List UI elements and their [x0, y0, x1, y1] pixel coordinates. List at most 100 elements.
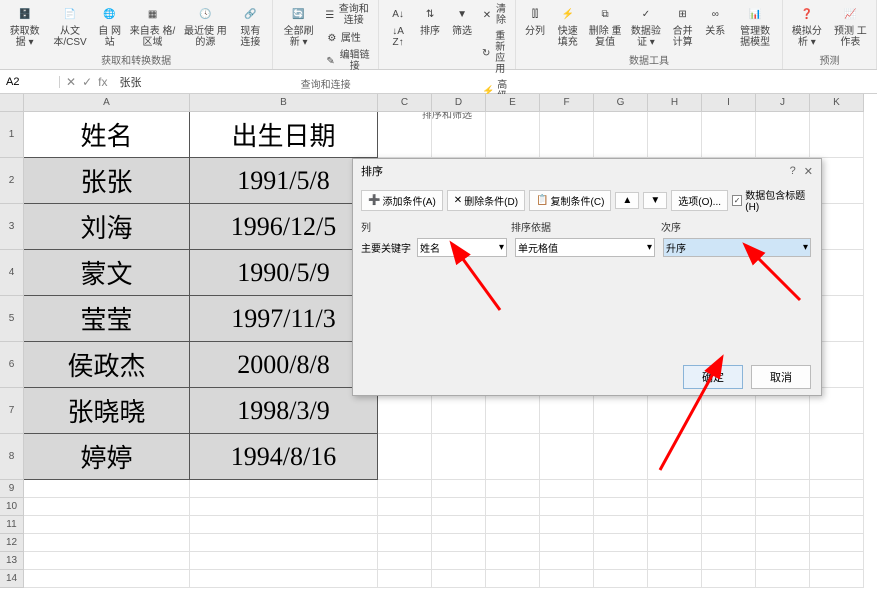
cell[interactable]: 张晓晓 [24, 388, 190, 434]
row-header[interactable]: 1 [0, 112, 24, 158]
col-header[interactable]: G [594, 94, 648, 112]
cell[interactable] [24, 516, 190, 534]
cell[interactable] [378, 552, 432, 570]
cell[interactable] [486, 498, 540, 516]
cell[interactable] [190, 480, 378, 498]
cell[interactable] [432, 434, 486, 480]
cancel-button[interactable]: 取消 [751, 365, 811, 389]
cell[interactable] [378, 480, 432, 498]
cell[interactable] [756, 434, 810, 480]
col-header[interactable]: E [486, 94, 540, 112]
cell[interactable]: 蒙文 [24, 250, 190, 296]
cell[interactable] [486, 480, 540, 498]
cell[interactable] [378, 434, 432, 480]
cell[interactable] [486, 434, 540, 480]
col-header[interactable]: C [378, 94, 432, 112]
row-header[interactable]: 4 [0, 250, 24, 296]
row-header[interactable]: 3 [0, 204, 24, 250]
relationships-button[interactable]: ∞关系 [700, 2, 730, 50]
from-web-button[interactable]: 🌐自 网站 [95, 2, 125, 50]
cell[interactable] [702, 480, 756, 498]
cell[interactable] [810, 434, 864, 480]
cell[interactable] [702, 570, 756, 588]
cell[interactable]: 1994/8/16 [190, 434, 378, 480]
from-table-button[interactable]: ▦来自表 格/区域 [127, 2, 179, 50]
name-box[interactable]: A2 [0, 76, 60, 88]
cell[interactable] [810, 112, 864, 158]
row-header[interactable]: 11 [0, 516, 24, 534]
flash-fill-button[interactable]: ⚡快速填充 [552, 2, 583, 50]
cell[interactable] [432, 534, 486, 552]
cell[interactable] [486, 552, 540, 570]
cell[interactable] [648, 434, 702, 480]
options-button[interactable]: 选项(O)... [671, 190, 728, 211]
fx-icon[interactable]: fx [98, 75, 107, 89]
cell[interactable] [432, 112, 486, 158]
cell[interactable] [810, 570, 864, 588]
help-icon[interactable]: ? [790, 165, 796, 178]
row-header[interactable]: 14 [0, 570, 24, 588]
cell[interactable] [702, 552, 756, 570]
select-all-corner[interactable] [0, 94, 24, 112]
cell[interactable] [810, 498, 864, 516]
cell[interactable] [810, 534, 864, 552]
cell[interactable]: 1991/5/8 [190, 158, 378, 204]
cell[interactable] [540, 534, 594, 552]
refresh-all-button[interactable]: 🔄全部刷 新 ▾ [277, 2, 320, 74]
cell[interactable] [702, 112, 756, 158]
cell[interactable] [378, 112, 432, 158]
get-data-button[interactable]: 🗄️获取数 据 ▾ [4, 2, 45, 50]
cell[interactable] [648, 552, 702, 570]
delete-level-button[interactable]: ✕删除条件(D) [447, 190, 525, 211]
cell[interactable] [190, 498, 378, 516]
cell[interactable] [190, 516, 378, 534]
sort-on-select[interactable]: 单元格值▾ [515, 238, 655, 257]
cell[interactable]: 1998/3/9 [190, 388, 378, 434]
cell[interactable] [540, 112, 594, 158]
cell[interactable] [648, 534, 702, 552]
cell[interactable]: 婷婷 [24, 434, 190, 480]
text-to-columns-button[interactable]: ⫿⫿分列 [520, 2, 550, 50]
col-header[interactable]: B [190, 94, 378, 112]
cell[interactable] [432, 516, 486, 534]
forecast-sheet-button[interactable]: 📈预测 工作表 [829, 2, 872, 50]
cell[interactable] [190, 534, 378, 552]
cell[interactable] [594, 112, 648, 158]
cell[interactable] [24, 552, 190, 570]
cell[interactable]: 1990/5/9 [190, 250, 378, 296]
from-csv-button[interactable]: 📄从文 本/CSV [47, 2, 92, 50]
cell[interactable] [702, 434, 756, 480]
order-select[interactable]: 升序▾ [663, 238, 811, 257]
row-header[interactable]: 8 [0, 434, 24, 480]
reapply-button[interactable]: ↻重新应用 [479, 29, 511, 77]
confirm-icon[interactable]: ✓ [82, 75, 92, 89]
cell[interactable] [702, 498, 756, 516]
cell[interactable] [190, 552, 378, 570]
row-header[interactable]: 2 [0, 158, 24, 204]
cell[interactable]: 侯政杰 [24, 342, 190, 388]
copy-level-button[interactable]: 📋复制条件(C) [529, 190, 611, 211]
consolidate-button[interactable]: ⊞合并计算 [667, 2, 698, 50]
cell[interactable]: 张张 [24, 158, 190, 204]
cell[interactable] [540, 434, 594, 480]
cell[interactable] [486, 534, 540, 552]
cell[interactable]: 出生日期 [190, 112, 378, 158]
move-down-button[interactable]: ▼ [643, 192, 667, 209]
close-icon[interactable]: ✕ [804, 165, 813, 178]
move-up-button[interactable]: ▲ [615, 192, 639, 209]
remove-duplicates-button[interactable]: ⧉删除 重复值 [585, 2, 624, 50]
queries-button[interactable]: ☰查询和连接 [322, 2, 374, 28]
existing-connections-button[interactable]: 🔗现有 连接 [232, 2, 268, 50]
cell[interactable] [810, 552, 864, 570]
sort-by-select[interactable]: 姓名▾ [417, 238, 507, 257]
row-header[interactable]: 13 [0, 552, 24, 570]
cell[interactable] [810, 516, 864, 534]
cell[interactable] [648, 498, 702, 516]
cell[interactable] [378, 516, 432, 534]
cell[interactable] [756, 516, 810, 534]
col-header[interactable]: F [540, 94, 594, 112]
cell[interactable] [756, 480, 810, 498]
cell[interactable] [594, 498, 648, 516]
cell[interactable]: 姓名 [24, 112, 190, 158]
cell[interactable] [24, 498, 190, 516]
